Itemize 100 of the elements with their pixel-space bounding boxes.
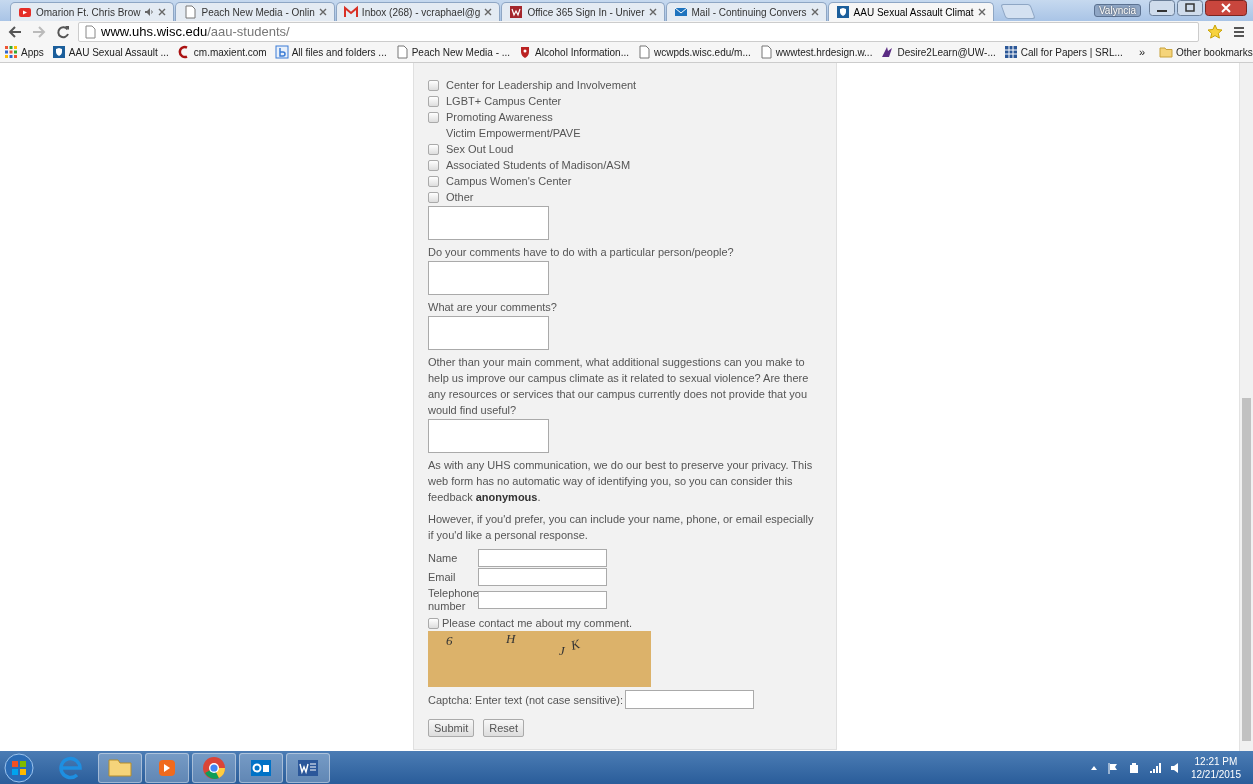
table-icon <box>1003 45 1018 59</box>
minimize-icon <box>1149 0 1175 16</box>
field-label: Name <box>428 551 459 565</box>
checkbox-label: Campus Women's Center <box>446 174 572 189</box>
shield-icon <box>835 5 850 19</box>
more-bookmarks-button[interactable]: » <box>1138 46 1145 58</box>
mail-icon <box>343 5 358 19</box>
maximize-icon <box>1177 0 1203 16</box>
bookmark[interactable]: AAU Sexual Assault ... <box>51 45 169 59</box>
clock-date: 12/21/2015 <box>1190 767 1241 781</box>
bookmark[interactable]: Call for Papers | SRL... <box>1003 45 1123 59</box>
taskbar-button[interactable] <box>192 752 236 783</box>
captcha-label: Captcha: Enter text (not case sensitive): <box>428 692 624 708</box>
question-text: Do your comments have to do with a particular person/people? <box>428 245 735 260</box>
signal-icon <box>1148 761 1161 774</box>
checkbox[interactable] <box>428 80 439 91</box>
form-button[interactable]: Reset <box>483 719 524 737</box>
page-icon <box>84 24 96 39</box>
checkbox-label: Other <box>446 190 474 205</box>
taskbar-button[interactable] <box>239 752 283 783</box>
checkbox[interactable] <box>428 112 439 123</box>
close-icon <box>484 8 493 16</box>
bookmark[interactable]: wcwpds.wisc.edu/m... <box>637 45 751 59</box>
apps-icon <box>4 45 18 59</box>
checkbox[interactable] <box>428 160 439 171</box>
bookmark[interactable]: Peach New Media - ... <box>394 45 511 59</box>
browser-tab[interactable]: Peach New Media - Onlin <box>175 2 335 21</box>
reload-icon <box>56 24 70 39</box>
shield-icon <box>51 45 66 59</box>
checkbox[interactable] <box>428 192 439 203</box>
office-icon <box>509 5 524 19</box>
page-icon <box>394 45 409 59</box>
d2l-icon <box>880 45 895 59</box>
bookmark[interactable]: wwwtest.hrdesign.w... <box>758 45 873 59</box>
taskbar-button[interactable] <box>145 752 189 783</box>
address-bar[interactable]: www.uhs.wisc.edu/aau-students/ <box>78 21 1199 42</box>
forward-icon <box>32 24 46 39</box>
input-field[interactable] <box>625 690 755 709</box>
checkbox[interactable] <box>428 144 439 155</box>
bookmark[interactable]: All files and folders ... <box>274 45 387 59</box>
bookmark-label: AAU Sexual Assault ... <box>68 46 169 58</box>
tab-title: Inbox (268) - vcraphael@g <box>361 6 481 18</box>
question-text: Other than your main comment, what additional suggestions can you make to help us improve our campus climate as it related to sexual violence? Are there any resources or services that our campus currently does not provide that you would find useful? <box>428 355 810 418</box>
browser-tab[interactable]: Inbox (268) - vcraphael@g <box>335 2 501 21</box>
bookmark-folder[interactable]: Other bookmarks <box>1159 46 1253 58</box>
text-area[interactable] <box>428 206 549 240</box>
bookmark[interactable]: Desire2Learn@UW-... <box>880 45 996 59</box>
taskbar-button[interactable] <box>286 752 330 783</box>
text-area[interactable] <box>428 261 549 295</box>
bookmark[interactable]: cm.maxient.com <box>176 45 267 59</box>
tab-title: Omarion Ft. Chris Brow <box>36 6 141 18</box>
close-icon <box>318 8 327 16</box>
input-field[interactable] <box>478 591 607 609</box>
bookmark-label: All files and folders ... <box>291 46 387 58</box>
clock-time: 12:21 PM <box>1194 754 1238 768</box>
text-area[interactable] <box>428 316 549 350</box>
flag-icon <box>1106 761 1119 774</box>
checkbox[interactable] <box>428 176 439 187</box>
checkbox[interactable] <box>428 96 439 107</box>
checkbox-label: Center for Leadership and Involvement <box>446 78 637 93</box>
browser-tab[interactable]: Office 365 Sign In - Univer <box>501 2 665 21</box>
scrollbar[interactable] <box>1239 63 1253 751</box>
checkbox[interactable] <box>428 617 439 629</box>
contact-note: However, if you'd prefer, you can include your name, phone, or email especially if you'd like a personal response. <box>428 512 815 543</box>
form-button[interactable]: Submit <box>428 719 475 737</box>
bookmark[interactable]: Alcohol Information... <box>518 45 629 59</box>
browser-tab[interactable]: Omarion Ft. Chris Brow <box>10 2 175 21</box>
taskbar-button[interactable] <box>98 752 142 783</box>
bookmark-label: Alcohol Information... <box>535 46 629 58</box>
page-icon <box>637 45 651 59</box>
tab-title: AAU Sexual Assault Climat <box>853 6 974 18</box>
input-field[interactable] <box>478 568 607 586</box>
checkbox-label: LGBT+ Campus Center <box>446 94 562 109</box>
scrollbar-thumb[interactable] <box>1242 398 1251 741</box>
bookmark-label: Peach New Media - ... <box>411 46 511 58</box>
checkbox-label: Please contact me about my comment. <box>442 616 633 631</box>
power-icon <box>1127 761 1140 774</box>
input-field[interactable] <box>478 549 607 567</box>
browser-tab[interactable]: AAU Sexual Assault Climat <box>827 2 994 21</box>
page-icon <box>183 5 198 19</box>
close-icon <box>977 8 986 16</box>
bookmark-label: Desire2Learn@UW-... <box>897 46 996 58</box>
bookmark[interactable]: Apps <box>4 45 44 59</box>
b-letter-icon <box>274 45 289 59</box>
tab-title: Mail - Continuing Convers <box>691 6 807 18</box>
text-area[interactable] <box>428 419 549 453</box>
bookmark-label: wcwpds.wisc.edu/m... <box>654 46 751 58</box>
bookmark-label: wwwtest.hrdesign.w... <box>775 46 873 58</box>
checkbox-label: Sex Out Loud <box>446 142 514 157</box>
back-icon <box>8 24 22 39</box>
folder-icon <box>1159 46 1173 58</box>
checkbox-label: Associated Students of Madison/ASM <box>446 158 631 173</box>
close-icon <box>1205 0 1247 16</box>
browser-tab[interactable]: Mail - Continuing Convers <box>665 2 827 21</box>
star-icon <box>1207 23 1223 40</box>
menu-icon <box>1233 25 1245 38</box>
captcha-image: 6 H J K <box>428 631 651 687</box>
folder-label: Other bookmarks <box>1176 46 1253 58</box>
checkbox-label: Promoting Awareness <box>446 110 554 125</box>
video-icon <box>18 5 32 19</box>
